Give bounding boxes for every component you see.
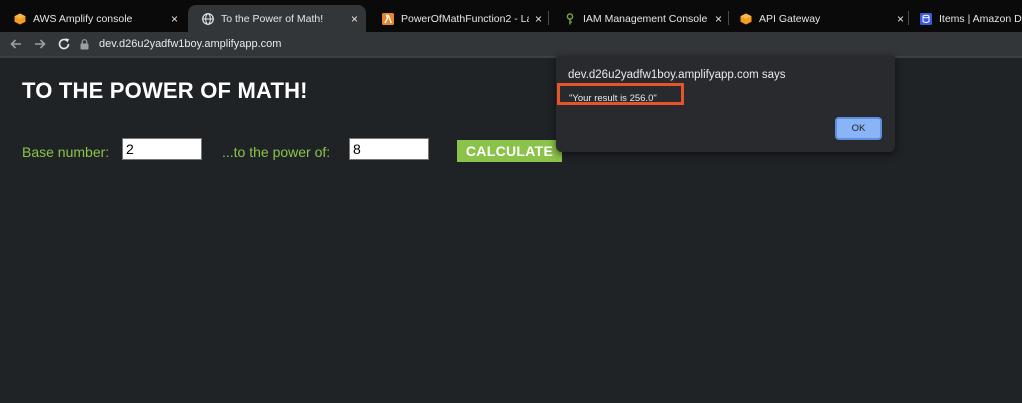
tab-divider — [908, 11, 909, 25]
reload-button[interactable] — [56, 36, 72, 52]
aws-box-icon — [740, 13, 752, 25]
tab-label: IAM Management Console — [583, 12, 708, 25]
iam-key-icon — [564, 12, 576, 25]
lock-icon — [80, 38, 89, 50]
tab-aws-amplify-console[interactable]: AWS Amplify console × — [0, 5, 186, 32]
alert-dialog: dev.d26u2yadfw1boy.amplifyapp.com says "… — [556, 56, 895, 152]
power-input[interactable] — [349, 138, 429, 160]
ok-button[interactable]: OK — [835, 117, 882, 140]
browser-toolbar: dev.d26u2yadfw1boy.amplifyapp.com — [0, 32, 1022, 56]
close-icon[interactable]: × — [351, 13, 358, 25]
dialog-message: "Your result is 256.0" — [569, 93, 657, 104]
arrow-right-icon — [35, 39, 46, 49]
reload-icon — [58, 38, 70, 50]
close-icon[interactable]: × — [715, 13, 722, 25]
tab-api-gateway[interactable]: API Gateway × — [726, 5, 912, 32]
tab-iam-management-console[interactable]: IAM Management Console × — [550, 5, 730, 32]
url-text: dev.d26u2yadfw1boy.amplifyapp.com — [99, 38, 282, 50]
tab-divider — [728, 11, 729, 25]
aws-box-icon — [14, 13, 26, 25]
close-icon[interactable]: × — [897, 13, 904, 25]
tab-items-amazon-dynamodb[interactable]: Items | Amazon Dyna — [906, 5, 1022, 32]
forward-button[interactable] — [32, 36, 48, 52]
power-label: ...to the power of: — [222, 144, 331, 160]
tab-label: To the Power of Math! — [221, 12, 324, 25]
browser-tab-strip: AWS Amplify console × To the Power of Ma… — [0, 0, 1022, 32]
address-bar[interactable]: dev.d26u2yadfw1boy.amplifyapp.com — [80, 33, 281, 55]
tab-label: PowerOfMathFunction2 - Lambd — [401, 12, 529, 25]
back-button[interactable] — [8, 36, 24, 52]
tab-power-of-math-function-lambda[interactable]: PowerOfMathFunction2 - Lambd × — [368, 5, 550, 32]
close-icon[interactable]: × — [535, 13, 542, 25]
close-icon[interactable]: × — [171, 13, 178, 25]
lambda-icon — [382, 12, 394, 25]
base-number-label: Base number: — [22, 144, 110, 160]
dialog-origin-text: dev.d26u2yadfw1boy.amplifyapp.com says — [568, 69, 786, 81]
calculate-button[interactable]: CALCULATE — [457, 140, 562, 162]
tab-divider — [548, 11, 549, 25]
tab-label: AWS Amplify console — [33, 12, 133, 25]
tab-label: API Gateway — [759, 12, 821, 25]
arrow-left-icon — [10, 39, 21, 49]
tab-to-the-power-of-math[interactable]: To the Power of Math! × — [188, 5, 366, 32]
tab-label: Items | Amazon Dyna — [939, 12, 1022, 25]
page-title: TO THE POWER OF MATH! — [22, 78, 308, 103]
globe-icon — [202, 12, 214, 25]
base-number-input[interactable] — [122, 138, 202, 160]
dynamodb-icon — [920, 12, 932, 25]
